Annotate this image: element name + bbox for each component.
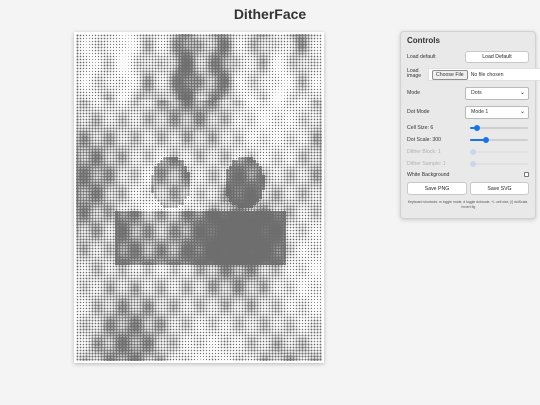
- no-file-text: No file chosen: [470, 71, 504, 78]
- controls-heading: Controls: [407, 36, 440, 45]
- controls-panel: Controls Load default Load Default Load …: [400, 31, 540, 219]
- dot-mode-select[interactable]: Mode 1 ⌄: [465, 106, 529, 119]
- slider-thumb[interactable]: [473, 125, 480, 131]
- load-default-label: Load default: [407, 54, 436, 60]
- choose-file-button[interactable]: Choose File: [432, 69, 468, 80]
- load-default-button[interactable]: Load Default: [465, 51, 529, 63]
- dithered-image-canvas[interactable]: [76, 34, 322, 361]
- mode-label: Mode: [407, 90, 420, 96]
- load-image-label: Load image: [407, 68, 422, 79]
- mode-select[interactable]: Dots ⌄: [465, 87, 529, 100]
- cell-size-label: Cell Size: 6: [407, 125, 434, 131]
- dither-block-slider: [470, 149, 528, 155]
- dot-scale-slider[interactable]: [470, 137, 528, 143]
- cell-size-slider[interactable]: [470, 125, 528, 131]
- dot-mode-select-value: Mode 1: [471, 109, 489, 115]
- page-title: DitherFace: [233, 6, 307, 22]
- save-png-button[interactable]: Save PNG: [407, 182, 467, 195]
- dither-sample-slider: [470, 161, 528, 167]
- file-input[interactable]: Choose File No file chosen: [428, 68, 540, 81]
- dot-mode-label: Dot Mode: [407, 109, 430, 115]
- chevron-down-icon: ⌄: [519, 90, 525, 96]
- keyboard-shortcuts-text: Keyboard shortcuts: m toggle mode, d tog…: [407, 200, 529, 209]
- dither-sample-label: Dither Sample: 1: [407, 161, 446, 167]
- white-background-checkbox[interactable]: [524, 172, 529, 177]
- mode-select-value: Dots: [471, 90, 482, 96]
- chevron-down-icon: ⌄: [519, 109, 525, 115]
- slider-thumb: [470, 161, 476, 167]
- slider-thumb[interactable]: [483, 137, 490, 143]
- slider-thumb: [470, 149, 476, 155]
- dither-block-label: Dither Block: 1: [407, 149, 441, 155]
- dot-scale-label: Dot Scale: 300: [407, 137, 442, 143]
- white-background-label: White Background: [407, 172, 450, 178]
- save-svg-button[interactable]: Save SVG: [470, 182, 529, 195]
- canvas-frame: [74, 32, 324, 363]
